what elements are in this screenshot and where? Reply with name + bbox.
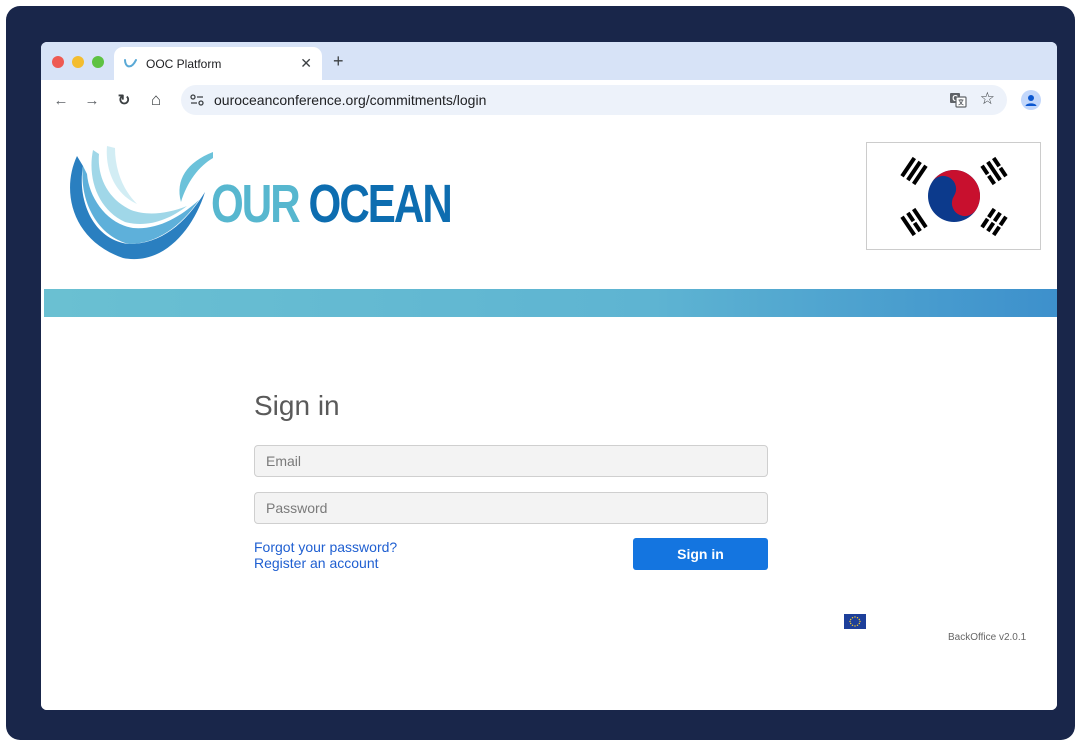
- logo-wordmark: OUR OCEAN: [211, 173, 453, 235]
- register-account-link[interactable]: Register an account: [254, 555, 379, 571]
- header-color-band: [44, 289, 1057, 317]
- close-window-button[interactable]: [52, 56, 64, 68]
- new-tab-button[interactable]: +: [333, 51, 344, 71]
- ocean-wave-logo-icon: [70, 146, 213, 260]
- logo-word-ocean: OCEAN: [308, 174, 453, 234]
- password-input[interactable]: [254, 492, 768, 524]
- tab-ooc-platform[interactable]: OOC Platform ✕: [114, 47, 322, 80]
- ocean-wave-favicon-icon: [124, 58, 137, 67]
- version-label: BackOffice v2.0.1: [948, 632, 1027, 643]
- browser-toolbar: ← → ↻ ⌂ ouroceanconference.org/commitmen…: [41, 80, 1057, 120]
- home-button[interactable]: ⌂: [146, 90, 166, 110]
- url-text: ouroceanconference.org/commitments/login: [214, 92, 487, 108]
- window-controls: [52, 56, 104, 68]
- close-tab-icon[interactable]: ✕: [300, 55, 312, 71]
- eu-flag-icon: [844, 614, 866, 629]
- forward-button[interactable]: →: [82, 90, 102, 110]
- translate-icon[interactable]: G: [949, 91, 967, 109]
- back-button[interactable]: ←: [51, 90, 71, 110]
- profile-icon[interactable]: [1021, 90, 1041, 110]
- reload-button[interactable]: ↻: [114, 90, 134, 110]
- signin-button[interactable]: Sign in: [633, 538, 768, 570]
- signin-title: Sign in: [254, 390, 340, 421]
- browser-window: OOC Platform ✕ + ← → ↻ ⌂ ouroceanconfere…: [41, 42, 1057, 710]
- star-icon[interactable]: ☆: [980, 89, 995, 109]
- person-icon: [1025, 95, 1037, 106]
- tab-title: OOC Platform: [146, 56, 222, 71]
- maximize-window-button[interactable]: [92, 56, 104, 68]
- our-ocean-logo[interactable]: OUR OCEAN: [63, 140, 453, 264]
- page-content: OUR OCEAN Sign in Email Forgot your pass…: [41, 120, 1057, 710]
- site-settings-icon[interactable]: [189, 92, 205, 108]
- minimize-window-button[interactable]: [72, 56, 84, 68]
- south-korea-flag-icon: [866, 142, 1041, 250]
- address-bar[interactable]: ouroceanconference.org/commitments/login…: [181, 85, 1007, 115]
- email-input[interactable]: [254, 445, 768, 477]
- logo-word-our: OUR: [211, 174, 301, 234]
- tab-bar: OOC Platform ✕ +: [41, 42, 1057, 80]
- forgot-password-link[interactable]: Forgot your password?: [254, 539, 397, 555]
